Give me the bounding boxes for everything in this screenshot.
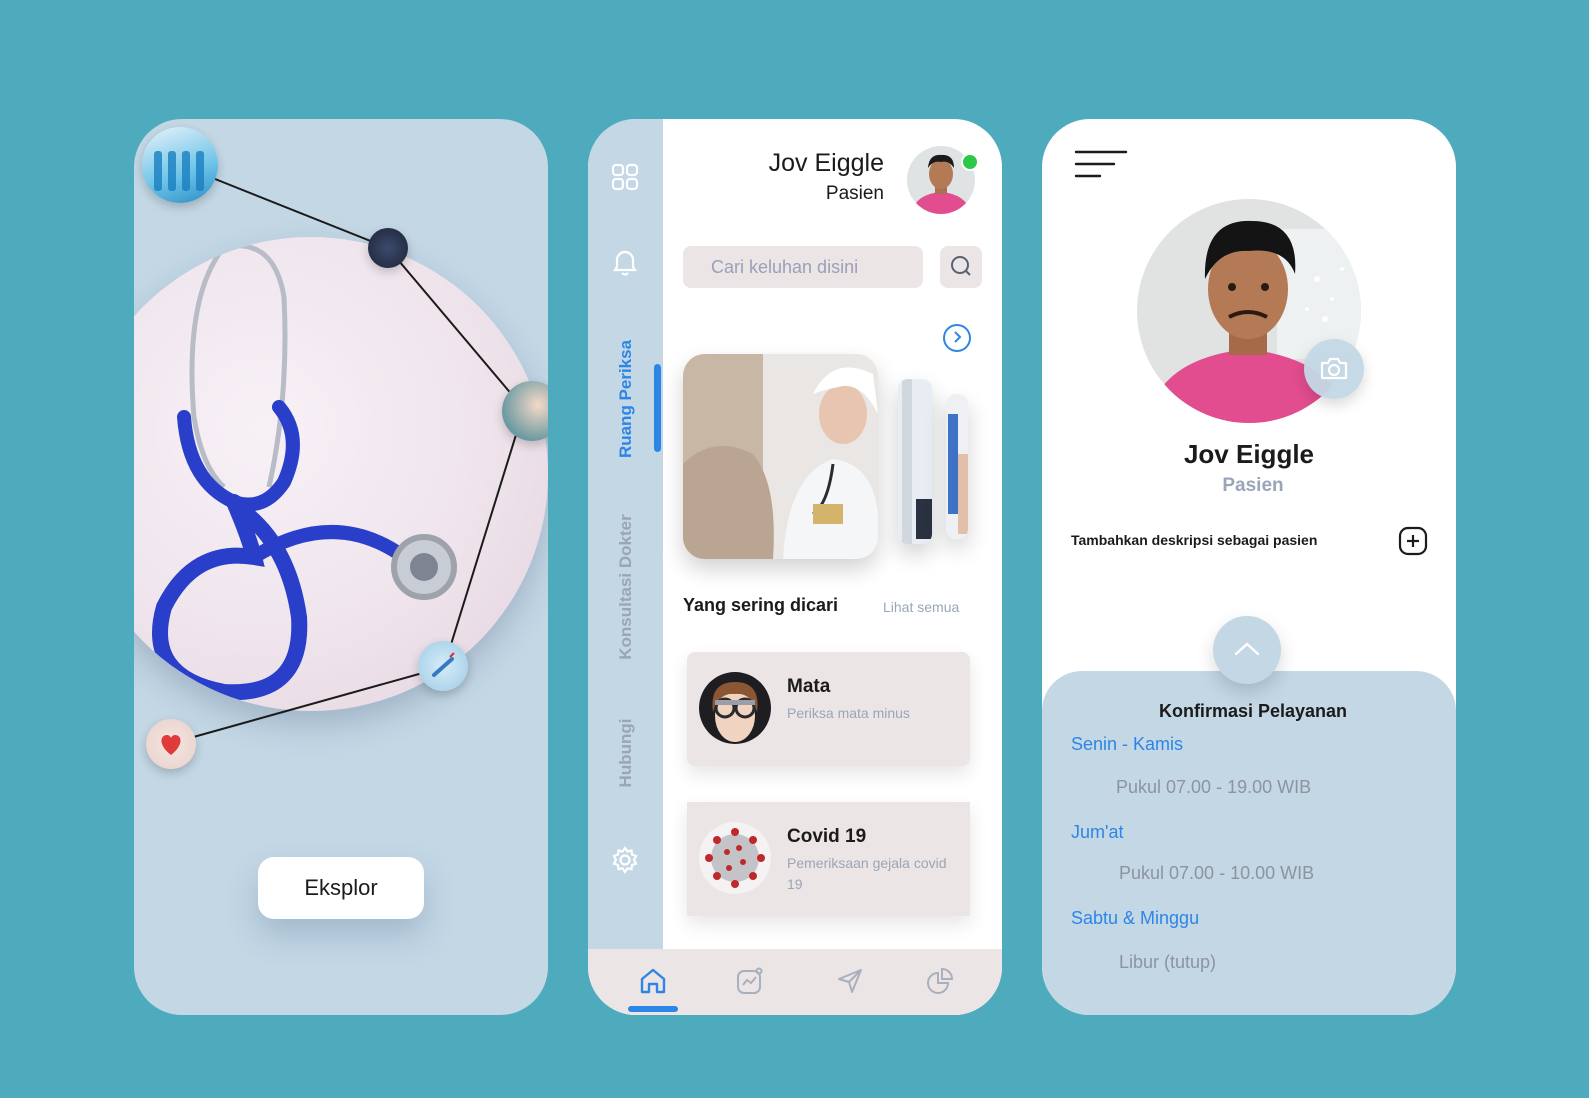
- chevron-right-icon: [951, 330, 963, 347]
- home-screen: Ruang Periksa Konsultasi Dokter Hubungi …: [588, 119, 1002, 1015]
- explore-button[interactable]: Eksplor: [258, 857, 424, 919]
- heart-hands-image: [146, 719, 196, 769]
- send-icon: [835, 966, 865, 1000]
- schedule-time: Libur (tutup): [1119, 952, 1217, 972]
- user-name: Jov Eiggle: [768, 149, 884, 177]
- grid-icon[interactable]: [610, 162, 640, 192]
- section-title: Yang sering dicari: [683, 595, 839, 615]
- bottom-navigation: [588, 949, 1002, 1015]
- search-icon: [950, 255, 972, 280]
- pills-image: [368, 228, 408, 268]
- schedule-time: Pukul 07.00 - 10.00 WIB: [1119, 863, 1315, 883]
- add-description-label: Tambahkan deskripsi sebagai pasien: [1071, 532, 1318, 548]
- list-item-mata[interactable]: Mata Periksa mata minus: [687, 652, 970, 766]
- nav-active-indicator: [628, 1006, 678, 1012]
- virus-image: [699, 822, 771, 894]
- plus-square-icon: [1398, 526, 1428, 559]
- sidebar: Ruang Periksa Konsultasi Dokter Hubungi: [588, 119, 663, 949]
- camera-icon: [1319, 355, 1349, 384]
- syringe-image: [418, 641, 468, 691]
- tab-ruang-periksa[interactable]: Ruang Periksa: [616, 340, 636, 458]
- schedule-time: Pukul 07.00 - 19.00 WIB: [1116, 777, 1312, 797]
- card-title: Covid 19: [787, 826, 867, 847]
- add-description-button[interactable]: [1398, 526, 1428, 556]
- intro-screen: Eksplor: [134, 119, 548, 1015]
- schedule-day: Jum'at: [1071, 822, 1124, 842]
- see-all-link[interactable]: Lihat semua: [883, 599, 959, 615]
- nav-statistics[interactable]: [920, 963, 960, 1003]
- menu-button[interactable]: [1074, 149, 1128, 181]
- service-confirmation-panel: [1042, 671, 1456, 1015]
- online-status-dot: [961, 153, 979, 171]
- card-title: Mata: [787, 676, 831, 697]
- card-subtitle: Periksa mata minus: [787, 705, 910, 721]
- user-role: Pasien: [825, 183, 884, 204]
- profile-role: Pasien: [1222, 475, 1284, 496]
- eye-exam-image: [699, 672, 771, 744]
- search-button[interactable]: [940, 246, 982, 288]
- bell-icon[interactable]: [610, 247, 640, 277]
- activity-icon: [735, 966, 765, 1000]
- nav-activity[interactable]: [730, 963, 770, 1003]
- panel-title: Konfirmasi Pelayanan: [1158, 701, 1348, 721]
- carousel-slide-doctor[interactable]: [683, 354, 878, 559]
- list-item-covid-19[interactable]: Covid 19 Pemeriksaan gejala covid 19: [687, 802, 970, 916]
- tab-konsultasi-dokter[interactable]: Konsultasi Dokter: [616, 514, 636, 659]
- carousel-slide-2[interactable]: [898, 379, 932, 544]
- nav-home[interactable]: [633, 963, 673, 1003]
- card-subtitle: Pemeriksaan gejala covid 19: [787, 855, 947, 892]
- test-tubes-image: [142, 127, 218, 203]
- carousel-slide-3[interactable]: [946, 394, 968, 539]
- profile-name: Jov Eiggle: [1183, 439, 1315, 469]
- settings-icon[interactable]: [610, 845, 640, 875]
- pie-chart-icon: [925, 966, 955, 1000]
- profile-screen: Jov Eiggle Pasien Tambahkan deskripsi se…: [1042, 119, 1456, 1015]
- search-input[interactable]: [683, 246, 923, 288]
- hamburger-menu-icon: [1074, 150, 1128, 185]
- tab-hubungi[interactable]: Hubungi: [616, 719, 636, 788]
- carousel-next-button[interactable]: [943, 324, 971, 352]
- chevron-up-icon: [1234, 641, 1260, 660]
- home-icon: [638, 966, 668, 1000]
- schedule-day: Senin - Kamis: [1071, 734, 1184, 754]
- schedule-day: Sabtu & Minggu: [1071, 908, 1200, 928]
- nav-send[interactable]: [830, 963, 870, 1003]
- collapse-panel-button[interactable]: [1213, 616, 1281, 684]
- change-photo-button[interactable]: [1304, 339, 1364, 399]
- active-tab-indicator: [654, 364, 661, 452]
